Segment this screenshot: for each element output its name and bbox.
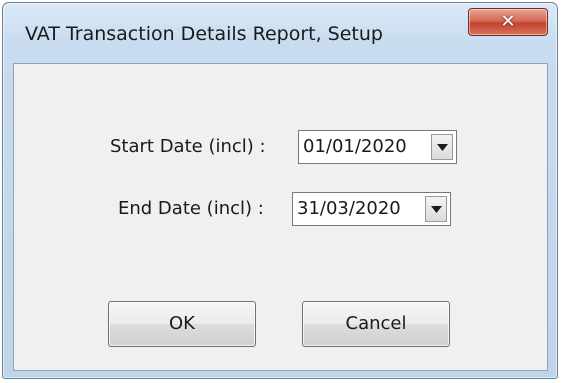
close-icon: ✕ [500, 11, 516, 32]
title-bar[interactable]: VAT Transaction Details Report, Setup ✕ [3, 3, 557, 65]
dialog-content: Start Date (incl) : 01/01/2020 End Date … [13, 63, 548, 371]
cancel-button[interactable]: Cancel [302, 301, 450, 347]
end-date-dropdown-button[interactable] [425, 196, 447, 222]
ok-button[interactable]: OK [108, 301, 256, 347]
end-date-picker[interactable]: 31/03/2020 [292, 192, 451, 226]
dialog-window: VAT Transaction Details Report, Setup ✕ … [2, 2, 558, 379]
close-button[interactable]: ✕ [468, 8, 548, 36]
chevron-down-icon [437, 144, 448, 151]
end-date-row: End Date (incl) : 31/03/2020 [14, 192, 547, 226]
start-date-value[interactable]: 01/01/2020 [303, 131, 407, 163]
start-date-dropdown-button[interactable] [431, 134, 453, 160]
end-date-value[interactable]: 31/03/2020 [297, 193, 401, 225]
start-date-label: Start Date (incl) : [110, 136, 266, 157]
end-date-label: End Date (incl) : [118, 198, 264, 219]
chevron-down-icon [431, 206, 442, 213]
window-title: VAT Transaction Details Report, Setup [25, 23, 383, 45]
start-date-picker[interactable]: 01/01/2020 [298, 130, 457, 164]
start-date-row: Start Date (incl) : 01/01/2020 [14, 130, 547, 164]
